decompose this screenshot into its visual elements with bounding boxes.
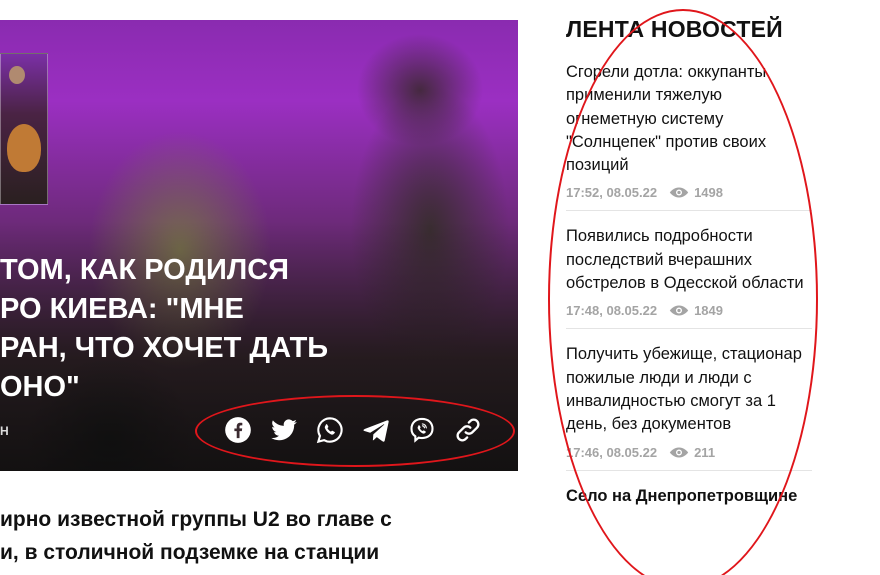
thumbnail-guitar: [7, 124, 41, 172]
news-item-time: 17:46, 08.05.22: [566, 444, 658, 460]
hero-headline[interactable]: ТОМ, КАК РОДИЛСЯ РО КИЕВА: "МНЕ РАН, ЧТО…: [0, 251, 360, 407]
news-item-meta: 17:48, 08.05.22 1849: [566, 303, 812, 318]
news-item-headline[interactable]: Получить убежище, стационар пожилые люди…: [566, 343, 812, 436]
news-item-headline[interactable]: Село на Днепропетровщине: [566, 485, 812, 508]
news-item-meta: 17:52, 08.05.22 1498: [566, 185, 812, 200]
whatsapp-icon: [316, 417, 343, 444]
twitter-share-button[interactable]: [268, 414, 300, 446]
news-item-views: 1849: [669, 303, 723, 318]
news-item: Получить убежище, стационар пожилые люди…: [566, 343, 812, 471]
article-lead: ирно известной группы U2 во главе с и, в…: [0, 508, 392, 564]
hero-author: Н: [0, 424, 9, 438]
eye-icon: [669, 187, 689, 198]
facebook-icon: [225, 417, 251, 443]
thumbnail-figure-head: [9, 66, 25, 84]
news-item: Появились подробности последствий вчераш…: [566, 225, 812, 330]
telegram-share-button[interactable]: [360, 414, 392, 446]
news-item-time: 17:52, 08.05.22: [566, 185, 658, 201]
news-item-views: 211: [669, 445, 715, 460]
telegram-icon: [363, 420, 389, 442]
news-item-time: 17:48, 08.05.22: [566, 303, 658, 319]
hero-image[interactable]: ТОМ, КАК РОДИЛСЯ РО КИЕВА: "МНЕ РАН, ЧТО…: [0, 20, 518, 471]
news-feed: ЛЕНТА НОВОСТЕЙ Сгорели дотла: оккупанты …: [566, 16, 812, 532]
news-item-view-count: 1849: [694, 303, 723, 319]
news-item-headline[interactable]: Появились подробности последствий вчераш…: [566, 225, 812, 295]
share-bar: [222, 412, 484, 448]
news-item-view-count: 1498: [694, 185, 723, 201]
news-item-views: 1498: [669, 185, 723, 200]
news-item-view-count: 211: [694, 444, 716, 460]
news-item-meta: 17:46, 08.05.22 211: [566, 445, 812, 460]
viber-share-button[interactable]: [406, 414, 438, 446]
link-icon: [456, 418, 480, 442]
viber-icon: [410, 417, 434, 443]
thumbnail-image[interactable]: [0, 53, 48, 205]
news-item: Село на Днепропетровщине: [566, 485, 812, 518]
eye-icon: [669, 305, 689, 316]
facebook-share-button[interactable]: [222, 414, 254, 446]
copy-link-button[interactable]: [452, 414, 484, 446]
whatsapp-share-button[interactable]: [314, 414, 346, 446]
twitter-icon: [271, 419, 297, 441]
news-feed-title: ЛЕНТА НОВОСТЕЙ: [566, 16, 783, 42]
news-item-headline[interactable]: Сгорели дотла: оккупанты применили тяжел…: [566, 61, 812, 177]
news-item: Сгорели дотла: оккупанты применили тяжел…: [566, 61, 812, 212]
eye-icon: [669, 447, 689, 458]
